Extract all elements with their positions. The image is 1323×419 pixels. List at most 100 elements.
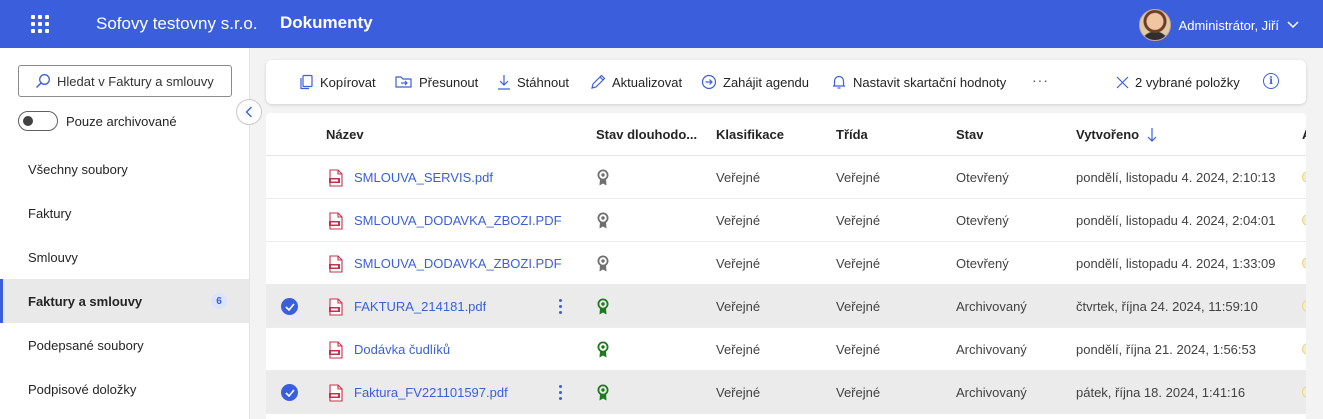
- next-column-indicator-icon: [1302, 214, 1306, 226]
- move-folder-icon: [395, 76, 412, 88]
- sidebar-nav: Všechny soubory Faktury Smlouvy Faktury …: [0, 147, 249, 411]
- table-row[interactable]: SMLOUVA_DODAVKA_ZBOZI.PDF Veřejné Veřejné O…: [266, 199, 1306, 242]
- sidebar-item-invoices[interactable]: Faktury: [0, 191, 249, 235]
- created-cell: pondělí, října 21. 2024, 1:56:53: [1076, 342, 1256, 357]
- row-selected-checkmark-icon[interactable]: [281, 298, 298, 315]
- file-name-link[interactable]: SMLOUVA_SERVIS.pdf: [354, 156, 493, 199]
- arrow-circle-icon: [701, 74, 717, 90]
- sidebar-item-label: Faktury a smlouvy: [28, 293, 143, 309]
- state-cell: Otevřený: [956, 256, 1009, 271]
- file-name-link[interactable]: Dodávka čudlíků: [354, 328, 450, 371]
- table-row[interactable]: SMLOUVA_SERVIS.pdf Veřejné Veřejné Otevřený…: [266, 156, 1306, 199]
- column-header-class[interactable]: Třída: [836, 113, 868, 156]
- download-label: Stáhnout: [517, 74, 570, 90]
- sidebar-item-label: Smlouvy: [28, 249, 78, 265]
- file-name-link[interactable]: SMLOUVA_DODAVKA_ZBOZI.PDF: [354, 199, 562, 242]
- column-header-state[interactable]: Stav: [956, 113, 983, 156]
- clear-selection-button[interactable]: 2 vybrané položky: [1116, 60, 1240, 104]
- next-column-indicator-icon: [1302, 386, 1306, 398]
- row-more-options-icon[interactable]: [556, 296, 564, 316]
- organization-name[interactable]: Sofovy testovny s.r.o.: [96, 14, 258, 34]
- move-button[interactable]: Přesunout: [395, 60, 478, 104]
- row-more-options-icon[interactable]: [556, 382, 564, 402]
- search-icon: [36, 74, 50, 88]
- copy-button[interactable]: Kopírovat: [298, 60, 376, 104]
- set-shredding-values-button[interactable]: Nastavit skartační hodnoty: [831, 60, 1006, 104]
- archive-toggle[interactable]: [18, 111, 58, 131]
- download-button[interactable]: Stáhnout: [497, 60, 569, 104]
- copy-icon: [300, 74, 313, 90]
- set-shredding-values-label: Nastavit skartační hodnoty: [853, 74, 1007, 90]
- row-selected-checkmark-icon[interactable]: [281, 384, 298, 401]
- classification-cell: Veřejné: [716, 299, 761, 314]
- column-header-classification[interactable]: Klasifikace: [716, 113, 784, 156]
- classification-cell: Veřejné: [716, 342, 761, 357]
- classification-cell: Veřejné: [716, 385, 761, 400]
- file-type-pdf-icon: [328, 156, 344, 199]
- collapse-sidebar-button[interactable]: [236, 99, 262, 125]
- column-header-name[interactable]: Název: [326, 113, 364, 156]
- created-cell: pondělí, listopadu 4. 2024, 1:33:09: [1076, 256, 1276, 271]
- module-title[interactable]: Dokumenty: [280, 13, 373, 33]
- download-icon: [498, 75, 510, 90]
- sidebar-item-invoices-and-contracts[interactable]: Faktury a smlouvy 6: [0, 279, 249, 323]
- file-name-link[interactable]: FAKTURA_214181.pdf: [354, 285, 486, 328]
- file-type-pdf-icon: [328, 285, 344, 328]
- file-name-link[interactable]: SMLOUVA_DODAVKA_ZBOZI.PDF: [354, 242, 562, 285]
- file-type-pdf-icon: [328, 371, 344, 414]
- next-column-indicator-icon: [1302, 300, 1306, 312]
- next-column-indicator-icon: [1302, 343, 1306, 355]
- archive-toggle-row: Pouze archivované: [18, 111, 177, 131]
- update-button[interactable]: Aktualizovat: [590, 60, 682, 104]
- created-cell: pátek, října 18. 2024, 1:41:16: [1076, 385, 1246, 400]
- info-icon[interactable]: i: [1263, 73, 1279, 89]
- chevron-left-icon: [245, 106, 252, 118]
- app-launcher-icon[interactable]: [28, 12, 52, 36]
- sidebar-item-label: Faktury: [28, 205, 72, 221]
- move-label: Přesunout: [419, 74, 479, 90]
- edit-pencil-icon: [591, 74, 606, 89]
- class-cell: Veřejné: [836, 256, 881, 271]
- sidebar-item-signature-clauses[interactable]: Podpisové doložky: [0, 367, 249, 411]
- chevron-down-icon: [1287, 21, 1299, 29]
- file-name-link[interactable]: Faktura_FV221101597.pdf: [354, 371, 508, 414]
- table-row[interactable]: SMLOUVA_DODAVKA_ZBOZI.PDF Veřejné Veřejné O…: [266, 242, 1306, 285]
- column-header-next[interactable]: A: [1302, 113, 1306, 156]
- close-icon: [1116, 76, 1129, 88]
- sidebar-item-contracts[interactable]: Smlouvy: [0, 235, 249, 279]
- sidebar-item-signed-files[interactable]: Podepsané soubory: [0, 323, 249, 367]
- copy-label: Kopírovat: [320, 74, 376, 90]
- file-type-pdf-icon: [328, 328, 344, 371]
- class-cell: Veřejné: [836, 342, 881, 357]
- column-header-created-label: Vytvořeno: [1076, 127, 1140, 142]
- user-name: Administrátor, Jiří: [1178, 17, 1279, 33]
- next-column-indicator-icon: [1302, 171, 1306, 183]
- sidebar: Hledat v Faktury a smlouvy Pouze archivo…: [0, 48, 250, 419]
- sidebar-item-all-files[interactable]: Všechny soubory: [0, 147, 249, 191]
- start-agenda-button[interactable]: Zahájit agendu: [701, 60, 809, 104]
- state-cell: Otevřený: [956, 170, 1009, 185]
- longterm-status-green-icon: [597, 371, 609, 414]
- table-header: Název Stav dlouhodo... Klasifikace Třída…: [266, 113, 1306, 156]
- state-cell: Archivovaný: [956, 385, 1027, 400]
- created-cell: čtvrtek, října 24. 2024, 11:59:10: [1076, 299, 1258, 314]
- user-menu[interactable]: Administrátor, Jiří: [1138, 9, 1299, 41]
- table-row[interactable]: Faktura_FV221101597.pdf Veřejné Veřejné Arc…: [266, 371, 1306, 414]
- sort-descending-icon: [1147, 127, 1157, 142]
- update-label: Aktualizovat: [612, 74, 683, 90]
- longterm-status-grey-icon: [597, 156, 609, 199]
- sidebar-item-label: Podepsané soubory: [28, 337, 144, 353]
- archive-toggle-label: Pouze archivované: [66, 113, 177, 129]
- column-header-longterm-status[interactable]: Stav dlouhodo...: [596, 113, 700, 156]
- table-row[interactable]: Dodávka čudlíků Veřejné Veřejné Archivovaný…: [266, 328, 1306, 371]
- documents-table: Název Stav dlouhodo... Klasifikace Třída…: [266, 113, 1306, 419]
- column-header-created[interactable]: Vytvořeno: [1076, 113, 1157, 156]
- search-input[interactable]: Hledat v Faktury a smlouvy: [18, 65, 232, 97]
- more-actions-button[interactable]: ···: [1032, 72, 1049, 88]
- created-cell: pondělí, listopadu 4. 2024, 2:04:01: [1076, 213, 1276, 228]
- table-row[interactable]: FAKTURA_214181.pdf Veřejné Veřejné Archivov…: [266, 285, 1306, 328]
- count-badge: 6: [211, 293, 227, 309]
- next-column-indicator-icon: [1302, 257, 1306, 269]
- longterm-status-grey-icon: [597, 242, 609, 285]
- bell-icon: [833, 75, 845, 89]
